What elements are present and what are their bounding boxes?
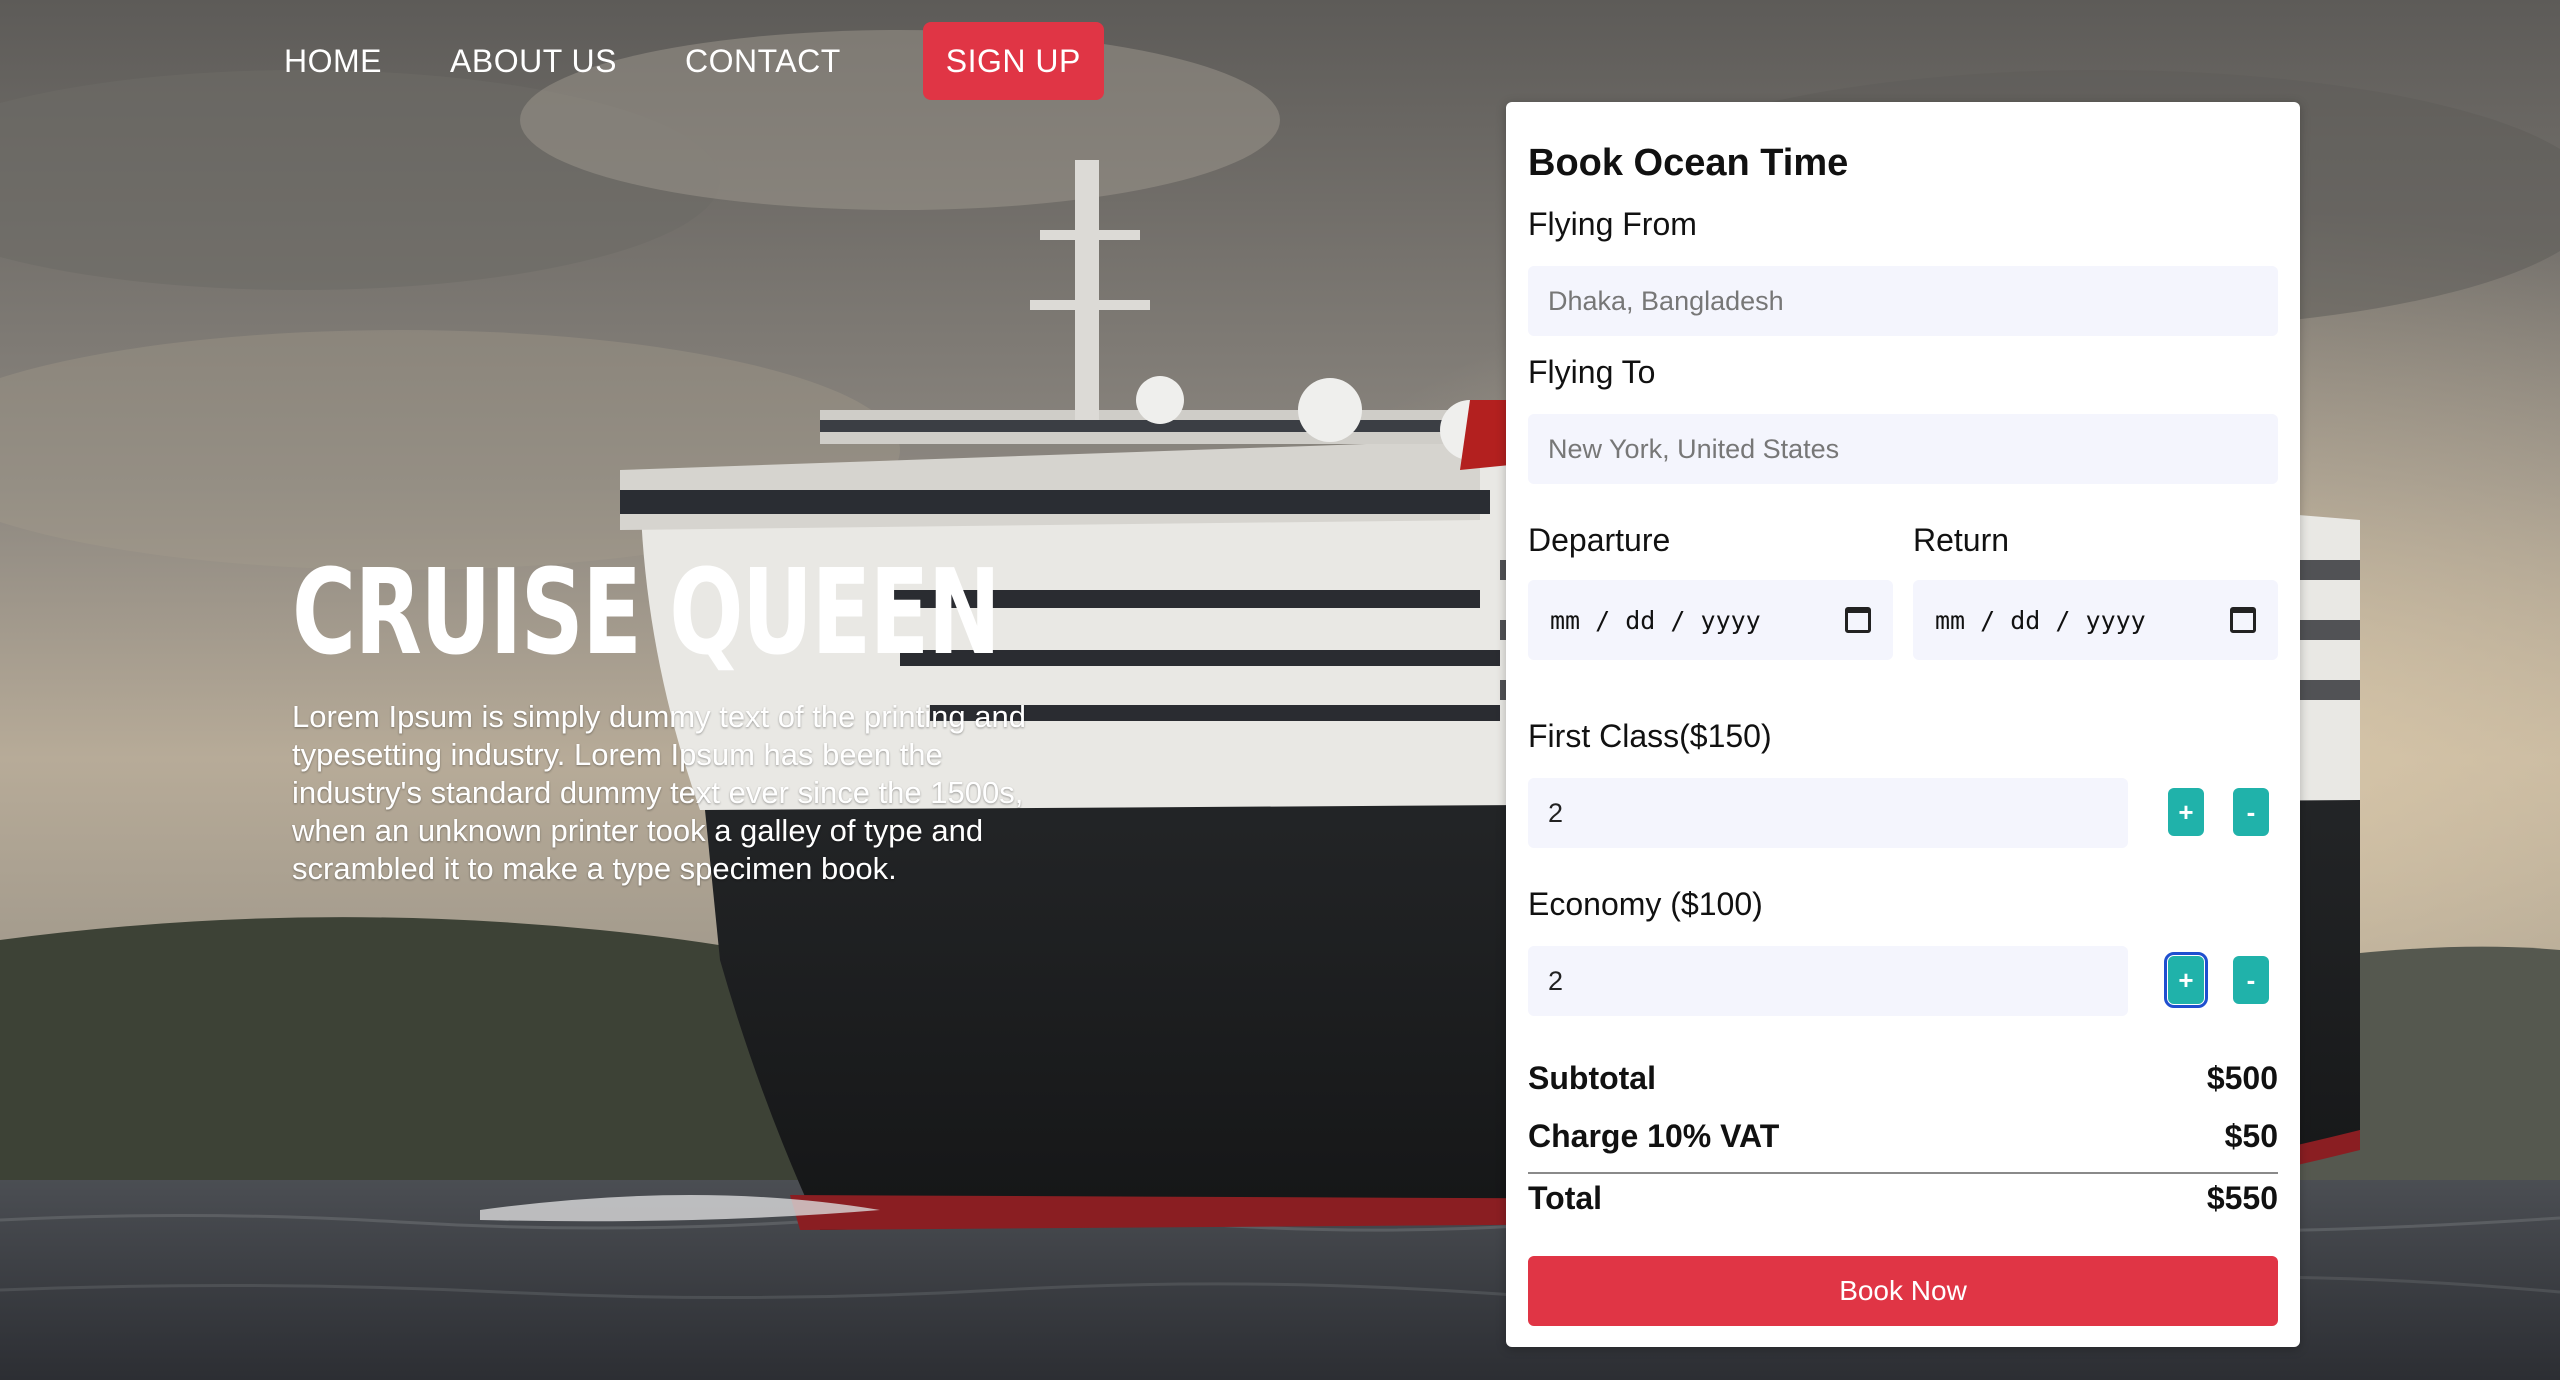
departure-date-placeholder: mm / dd / yyyy xyxy=(1550,605,1761,635)
vat-row: Charge 10% VAT $50 xyxy=(1528,1118,2278,1155)
top-nav: HOME ABOUT US CONTACT SIGN UP xyxy=(250,22,1104,100)
economy-label: Economy ($100) xyxy=(1528,886,1763,922)
first-class-decrease-button[interactable]: - xyxy=(2233,788,2269,836)
return-date-placeholder: mm / dd / yyyy xyxy=(1935,605,2146,635)
first-class-label: First Class($150) xyxy=(1528,718,1772,754)
flying-from-input[interactable] xyxy=(1528,266,2278,336)
total-label: Total xyxy=(1528,1180,1603,1216)
book-now-button[interactable]: Book Now xyxy=(1528,1256,2278,1326)
economy-quantity-input[interactable] xyxy=(1528,946,2128,1016)
booking-title: Book Ocean Time xyxy=(1528,142,1849,184)
departure-date-input[interactable]: mm / dd / yyyy xyxy=(1528,580,1893,660)
flying-from-label: Flying From xyxy=(1528,206,1697,242)
nav-home-link[interactable]: HOME xyxy=(250,22,416,100)
subtotal-value: $500 xyxy=(2206,1060,2278,1096)
total-row: Total $550 xyxy=(1528,1180,2278,1217)
subtotal-label: Subtotal xyxy=(1528,1060,1656,1096)
departure-label: Departure xyxy=(1528,522,1671,558)
vat-label: Charge 10% VAT xyxy=(1528,1118,1780,1154)
economy-decrease-button[interactable]: - xyxy=(2233,956,2269,1004)
flying-to-input[interactable] xyxy=(1528,414,2278,484)
flying-to-label: Flying To xyxy=(1528,354,1656,390)
return-label: Return xyxy=(1913,522,2010,558)
total-divider xyxy=(1528,1172,2278,1174)
first-class-quantity-input[interactable] xyxy=(1528,778,2128,848)
first-class-increase-button[interactable]: + xyxy=(2168,788,2204,836)
booking-card: Book Ocean Time Flying From Flying To De… xyxy=(1506,102,2300,1347)
calendar-icon[interactable] xyxy=(2230,607,2256,633)
vat-value: $50 xyxy=(2224,1118,2278,1154)
subtotal-row: Subtotal $500 xyxy=(1528,1060,2278,1097)
hero-title: CRUISE QUEEN xyxy=(292,543,1001,681)
hero-section: CRUISE QUEEN Lorem Ipsum is simply dummy… xyxy=(292,543,1072,888)
hero-description: Lorem Ipsum is simply dummy text of the … xyxy=(292,698,1026,886)
signup-button[interactable]: SIGN UP xyxy=(922,22,1104,100)
total-value: $550 xyxy=(2206,1180,2278,1216)
nav-about-link[interactable]: ABOUT US xyxy=(416,22,651,100)
nav-contact-link[interactable]: CONTACT xyxy=(651,22,875,100)
calendar-icon[interactable] xyxy=(1845,607,1871,633)
return-date-input[interactable]: mm / dd / yyyy xyxy=(1913,580,2278,660)
economy-increase-button[interactable]: + xyxy=(2164,952,2208,1008)
